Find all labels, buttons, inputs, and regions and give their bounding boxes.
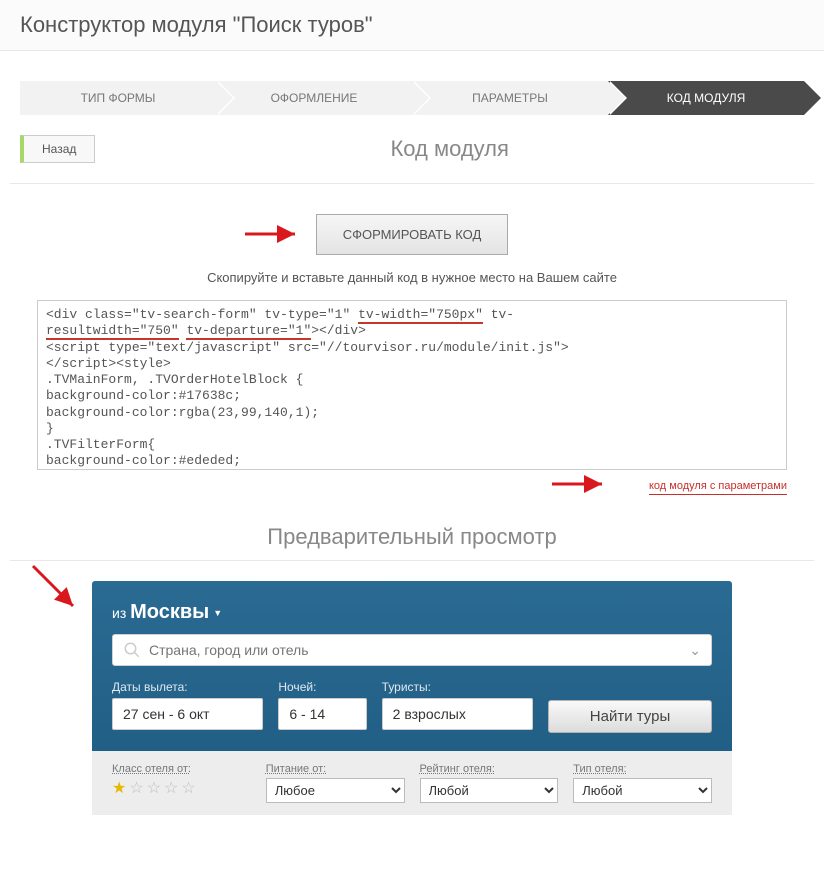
code-textarea[interactable]: <div class="tv-search-form" tv-type="1" …	[37, 300, 787, 470]
annotation-arrow	[245, 224, 305, 249]
departure-city-selector[interactable]: из Москвы▼	[112, 601, 712, 624]
star-icon: ☆	[147, 780, 164, 797]
destination-search-input[interactable]: ⌄	[112, 634, 712, 666]
rating-label: Рейтинг отеля:	[420, 763, 559, 775]
step-design[interactable]: ОФОРМЛЕНИЕ	[216, 81, 412, 115]
tourists-label: Туристы:	[382, 680, 533, 694]
step-params[interactable]: ПАРАМЕТРЫ	[412, 81, 608, 115]
filters-bar: Класс отеля от: ★☆☆☆☆ Питание от: Любое …	[92, 751, 732, 815]
section-title-code: Код модуля	[95, 136, 804, 162]
chevron-down-icon: ⌄	[689, 642, 701, 659]
wizard-steps: ТИП ФОРМЫ ОФОРМЛЕНИЕ ПАРАМЕТРЫ КОД МОДУЛ…	[20, 81, 804, 115]
nights-label: Ночей:	[278, 680, 366, 694]
dates-field[interactable]: 27 сен - 6 окт	[112, 698, 263, 730]
search-icon	[123, 641, 141, 659]
step-code[interactable]: КОД МОДУЛЯ	[608, 81, 804, 115]
star-icon: ☆	[181, 780, 198, 797]
tourists-field[interactable]: 2 взрослых	[382, 698, 533, 730]
hotel-class-stars[interactable]: ★☆☆☆☆	[112, 778, 251, 798]
find-tours-button[interactable]: Найти туры	[548, 700, 712, 733]
tour-search-form-preview: из Москвы▼ ⌄ Даты вылета: 27 сен - 6 окт…	[92, 581, 732, 815]
step-form-type[interactable]: ТИП ФОРМЫ	[20, 81, 216, 115]
meal-select[interactable]: Любое	[266, 778, 405, 803]
dates-label: Даты вылета:	[112, 680, 263, 694]
page-header: Конструктор модуля "Поиск туров"	[0, 0, 824, 51]
nights-field[interactable]: 6 - 14	[278, 698, 366, 730]
star-icon: ★	[112, 780, 129, 797]
annotation-arrow	[552, 474, 612, 499]
chevron-down-icon: ▼	[213, 608, 222, 618]
type-label: Тип отеля:	[573, 763, 712, 775]
hotel-type-select[interactable]: Любой	[573, 778, 712, 803]
section-title-preview: Предварительный просмотр	[0, 524, 824, 550]
divider	[10, 183, 814, 184]
star-icon: ☆	[164, 780, 181, 797]
annotation-arrow	[28, 561, 88, 626]
hotel-class-label: Класс отеля от:	[112, 763, 251, 775]
code-with-params-link[interactable]: код модуля с параметрами	[649, 480, 787, 495]
rating-select[interactable]: Любой	[420, 778, 559, 803]
meal-label: Питание от:	[266, 763, 405, 775]
star-icon: ☆	[129, 780, 146, 797]
generate-code-button[interactable]: СФОРМИРОВАТЬ КОД	[316, 214, 509, 255]
page-title: Конструктор модуля "Поиск туров"	[20, 12, 804, 38]
destination-input[interactable]	[149, 642, 689, 658]
back-button[interactable]: Назад	[20, 135, 95, 163]
divider	[10, 560, 814, 561]
instructions-text: Скопируйте и вставьте данный код в нужно…	[0, 270, 824, 285]
